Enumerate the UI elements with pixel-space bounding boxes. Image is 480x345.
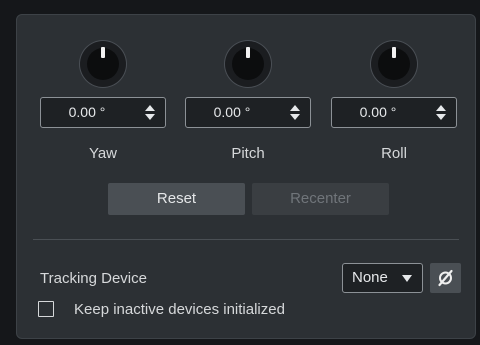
spin-arrows-icon[interactable] [436,105,446,121]
yaw-control: 0.00 ° Yaw [40,15,166,175]
knob-indicator [101,47,105,58]
keep-inactive-checkbox[interactable] [38,301,54,317]
keep-inactive-label: Keep inactive devices initialized [74,301,285,318]
tracking-device-value: None [352,269,388,286]
roll-label: Roll [381,145,407,162]
tracking-device-label: Tracking Device [40,270,147,287]
pitch-knob[interactable] [225,41,271,87]
decrement-arrow-icon[interactable] [145,114,155,120]
decrement-arrow-icon[interactable] [436,114,446,120]
recenter-button[interactable]: Recenter [252,183,389,215]
roll-knob[interactable] [371,41,417,87]
sync-toggle-button[interactable] [430,263,461,293]
spin-arrows-icon[interactable] [290,105,300,121]
roll-value: 0.00 ° [359,104,397,120]
roll-value-field[interactable]: 0.00 ° [331,97,457,128]
yaw-label: Yaw [88,145,118,162]
increment-arrow-icon[interactable] [436,105,446,111]
chevron-down-icon [402,275,412,282]
tracking-device-select[interactable]: None [342,263,423,293]
increment-arrow-icon[interactable] [290,105,300,111]
increment-arrow-icon[interactable] [145,105,155,111]
roll-control: 0.00 ° Roll [331,15,457,175]
pitch-value: 0.00 ° [213,104,251,120]
knob-indicator [392,47,396,58]
divider [33,239,459,240]
spin-arrows-icon[interactable] [145,105,155,121]
yaw-value-field[interactable]: 0.00 ° [40,97,166,128]
yaw-value: 0.00 ° [68,104,106,120]
reset-button[interactable]: Reset [108,183,245,215]
knob-indicator [246,47,250,58]
pitch-label: Pitch [231,145,265,162]
pitch-control: 0.00 ° Pitch [185,15,311,175]
decrement-arrow-icon[interactable] [290,114,300,120]
sync-off-icon [438,269,453,287]
pitch-value-field[interactable]: 0.00 ° [185,97,311,128]
yaw-knob[interactable] [80,41,126,87]
head-tracking-panel: 0.00 ° Yaw 0.00 ° Pitch 0.00 ° Roll Rese… [16,14,476,339]
